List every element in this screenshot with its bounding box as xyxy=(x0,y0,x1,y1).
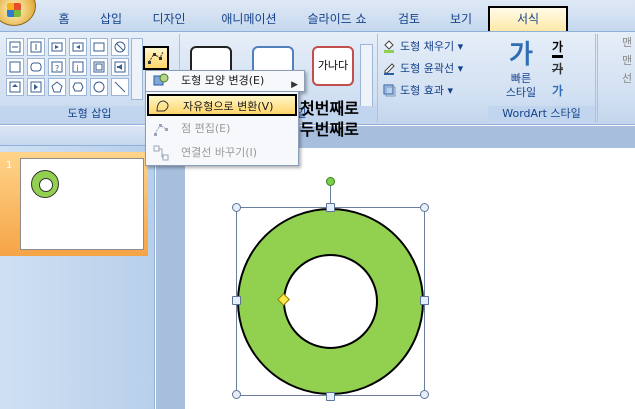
shape-hexagon-icon[interactable] xyxy=(69,78,87,96)
shape-info-icon[interactable]: i xyxy=(69,58,87,76)
edit-points-menu-icon xyxy=(154,124,168,136)
quick-styles-button[interactable]: 가 빠른 스타일 xyxy=(502,38,540,100)
tab-design[interactable]: 디자인 xyxy=(148,8,190,30)
resize-handle-left[interactable] xyxy=(232,296,241,305)
resize-handle-bottom-left[interactable] xyxy=(232,390,241,399)
shape-rect-icon[interactable] xyxy=(90,38,108,56)
menu-edit-points-label: 점 편집(E) xyxy=(181,122,231,135)
edit-shape-button[interactable] xyxy=(143,46,169,70)
annotation-second: 두번째로 xyxy=(300,120,359,139)
tab-view[interactable]: 보기 xyxy=(446,8,476,30)
resize-handle-top[interactable] xyxy=(326,203,335,212)
quick-styles-label-1: 빠른 xyxy=(510,72,532,85)
shape-pentagon-icon[interactable] xyxy=(48,78,66,96)
shape-sound-icon[interactable] xyxy=(111,58,129,76)
shape-outline-label: 도형 윤곽선 ▾ xyxy=(400,62,464,75)
ribbon-tab-bar: 홈 삽입 디자인 애니메이션 슬라이드 쇼 검토 보기 서식 xyxy=(0,0,635,32)
resize-handle-bottom[interactable] xyxy=(326,392,335,401)
shape-gallery-scroll[interactable] xyxy=(131,38,143,100)
shape-effects-button[interactable]: 도형 효과 ▾ xyxy=(382,82,453,100)
text-fill-button[interactable]: 가 xyxy=(552,38,564,58)
text-outline-button[interactable]: 가 xyxy=(552,60,563,77)
shape-fill-label: 도형 채우기 ▾ xyxy=(400,40,464,53)
edit-shape-menu: 자유형으로 변환(V) 점 편집(E) 연결선 바꾸기(I) xyxy=(145,91,299,166)
menu-reroute-connectors[interactable]: 연결선 바꾸기(I) xyxy=(147,142,297,164)
menu-edit-points[interactable]: 점 편집(E) xyxy=(147,118,297,140)
pencil-icon xyxy=(382,61,396,75)
shape-circle-icon[interactable] xyxy=(90,78,108,96)
wordart-glyph: 가 xyxy=(509,40,533,70)
menu-convert-freeform-label: 자유형으로 변환(V) xyxy=(183,100,274,113)
selection-box xyxy=(236,207,425,396)
tab-slideshow[interactable]: 슬라이드 쇼 xyxy=(300,8,374,30)
edit-shape-menu-top: 도형 모양 변경(E) ▶ xyxy=(145,70,305,92)
freeform-icon xyxy=(156,100,169,112)
bring-front-button[interactable]: 맨 xyxy=(598,34,635,52)
resize-handle-right[interactable] xyxy=(420,296,429,305)
quick-styles-label-2: 스타일 xyxy=(505,86,537,99)
shape-action-icon[interactable] xyxy=(48,38,66,56)
menu-convert-freeform[interactable]: 자유형으로 변환(V) xyxy=(147,94,297,116)
shape-fill-button[interactable]: 도형 채우기 ▾ xyxy=(382,38,463,56)
shape-gallery: ? i xyxy=(6,38,130,96)
shape-line-icon[interactable] xyxy=(111,78,129,96)
slide-number: 1 xyxy=(6,160,13,171)
tab-insert[interactable]: 삽입 xyxy=(96,8,126,30)
menu-change-shape-label: 도형 모양 변경(E) xyxy=(181,74,265,87)
shape-back-icon[interactable] xyxy=(69,38,87,56)
shape-effects-icon xyxy=(382,83,396,97)
shape-document-icon[interactable] xyxy=(90,58,108,76)
resize-handle-bottom-right[interactable] xyxy=(420,390,429,399)
connector-icon xyxy=(153,145,169,161)
tab-animation[interactable]: 애니메이션 xyxy=(213,8,285,30)
rotation-handle[interactable] xyxy=(326,177,335,186)
resize-handle-top-right[interactable] xyxy=(420,203,429,212)
thumbnail-donut-shape xyxy=(31,170,59,198)
shape-help-icon[interactable]: ? xyxy=(48,58,66,76)
group-label-wordart: WordArt 스타일 xyxy=(488,106,595,122)
resize-handle-top-left[interactable] xyxy=(232,203,241,212)
shape-square-icon[interactable] xyxy=(6,58,24,76)
edit-points-icon xyxy=(148,51,164,64)
svg-text:i: i xyxy=(77,64,79,73)
menu-change-shape[interactable]: 도형 모양 변경(E) ▶ xyxy=(146,71,304,91)
tab-review[interactable]: 검토 xyxy=(394,8,424,30)
change-shape-icon xyxy=(153,73,169,86)
shape-textbox-icon[interactable] xyxy=(6,38,24,56)
tab-format[interactable]: 서식 xyxy=(488,6,568,31)
tab-home[interactable]: 홈 xyxy=(54,8,74,30)
shape-roundrect-icon[interactable] xyxy=(27,58,45,76)
shape-end-icon[interactable] xyxy=(27,78,45,96)
style-preset-sample-text: 가나다 xyxy=(317,59,349,72)
shape-no-icon[interactable] xyxy=(111,38,129,56)
send-back-button[interactable]: 맨 xyxy=(598,52,635,70)
slides-panel-tabs xyxy=(0,126,155,146)
selection-pane-button[interactable]: 선 xyxy=(598,70,635,88)
paint-bucket-icon xyxy=(382,39,396,53)
style-gallery-scroll[interactable] xyxy=(360,44,373,108)
svg-text:?: ? xyxy=(55,64,59,73)
group-wordart: 가 빠른 스타일 가 가 가 WordArt 스타일 xyxy=(488,34,596,122)
office-logo-icon xyxy=(7,3,21,17)
office-button[interactable] xyxy=(0,0,36,26)
shape-outline-button[interactable]: 도형 윤곽선 ▾ xyxy=(382,60,463,78)
style-preset-3[interactable]: 가나다 xyxy=(312,46,354,86)
arrange-group: 맨 맨 선 xyxy=(597,34,635,122)
menu-reroute-connectors-label: 연결선 바꾸기(I) xyxy=(181,146,258,159)
shape-vtextbox-icon[interactable] xyxy=(27,38,45,56)
shape-effects-label: 도형 효과 ▾ xyxy=(400,84,453,97)
text-effects-button[interactable]: 가 xyxy=(552,82,563,99)
shape-home-icon[interactable] xyxy=(6,78,24,96)
